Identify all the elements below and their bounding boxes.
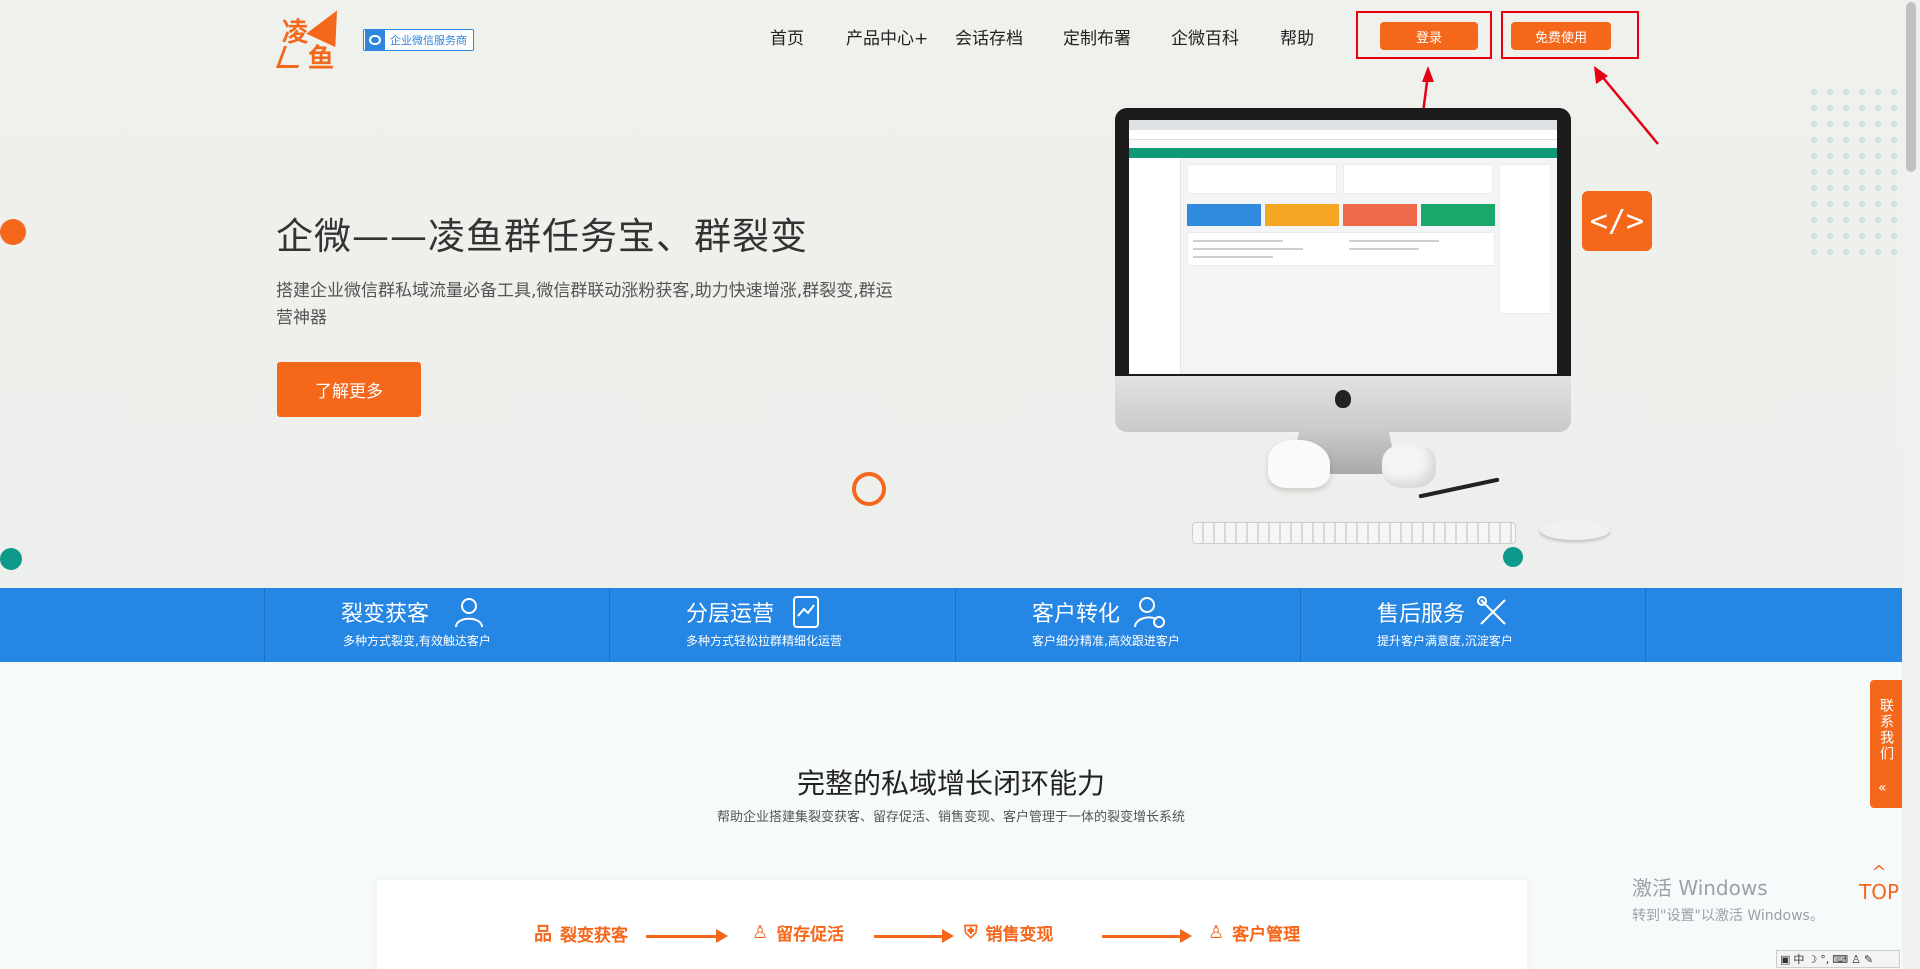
- decor-dot-teal-right: [1503, 547, 1523, 567]
- ime-logo-icon: ▣: [1780, 952, 1791, 966]
- shield-icon: ⛨: [964, 922, 978, 943]
- logo[interactable]: 凌 鱼: [275, 2, 350, 74]
- chart-doc-icon: [793, 596, 819, 628]
- learn-more-button[interactable]: 了解更多: [277, 362, 421, 417]
- wecom-partner-badge: 企业微信服务商: [363, 29, 474, 51]
- flow-step-acquisition[interactable]: 品 裂变获客: [534, 920, 628, 946]
- section-title: 完整的私域增长闭环能力: [796, 767, 1105, 800]
- closed-loop-section: 完整的私域增长闭环能力 帮助企业搭建集裂变获客、留存促活、销售变现、客户管理于一…: [0, 662, 1902, 969]
- decor-dot-grid: [1806, 84, 1902, 260]
- section-subtitle: 帮助企业搭建集裂变获客、留存促活、销售变现、客户管理于一体的裂变增长系统: [716, 810, 1185, 825]
- tools-icon: [1477, 596, 1506, 625]
- flow-step-retention[interactable]: ♙ 留存促活: [752, 920, 844, 945]
- nav-item-chat-archive[interactable]: 会话存档: [955, 24, 1023, 49]
- flow-arrow: [646, 929, 728, 943]
- nav-item-custom-deploy[interactable]: 定制布署: [1063, 24, 1131, 49]
- decor-paper-ball: [1382, 444, 1436, 488]
- feature-band: 裂变获客 多种方式裂变,有效触达客户 分层运营 多种方式轻松拉群精细化运营 客户…: [0, 588, 1902, 662]
- ime-mode[interactable]: 中: [1793, 951, 1804, 967]
- nav-item-home[interactable]: 首页: [770, 24, 804, 49]
- flow-arrow: [874, 929, 954, 943]
- feature-card-acquisition[interactable]: 裂变获客 多种方式裂变,有效触达客户: [264, 588, 609, 662]
- chat-bubble-icon: [365, 30, 385, 50]
- wrench-icon: ✎: [1864, 952, 1874, 966]
- punctuation-icon: °,: [1820, 952, 1830, 966]
- decor-dot-teal: [0, 548, 22, 570]
- back-to-top-button[interactable]: ^ TOP: [1856, 862, 1902, 906]
- logo-mark: 凌 鱼: [275, 2, 350, 74]
- flow-step-monetization[interactable]: ⛨ 销售变现: [964, 920, 1054, 945]
- decor-ring-orange: [852, 472, 886, 506]
- contact-us-tab[interactable]: 联系我们 «: [1870, 680, 1902, 808]
- chevron-left-icon: «: [1878, 780, 1889, 796]
- keyboard-illustration: [1192, 522, 1516, 544]
- dashboard-screenshot: [1129, 120, 1557, 374]
- decor-dot-orange: [0, 219, 26, 245]
- login-button[interactable]: 登录: [1380, 22, 1478, 50]
- hero-section: 凌 鱼 企业微信服务商 首页 产品中心+ 会话存档 定制布署 企微百科 帮助 登…: [0, 0, 1902, 588]
- ime-toolbar[interactable]: ▣ 中 ☽ °, ⌨ ♙ ✎: [1776, 950, 1900, 968]
- free-trial-button[interactable]: 免费使用: [1511, 22, 1611, 50]
- user-icon: ♙: [1208, 922, 1225, 943]
- keyboard-icon: ⌨: [1832, 952, 1849, 966]
- scrollbar-thumb[interactable]: [1906, 2, 1916, 172]
- page-scrollbar[interactable]: [1902, 0, 1920, 969]
- caret-up-icon: ^: [1871, 862, 1887, 883]
- feature-card-conversion[interactable]: 客户转化 客户细分精准,高效跟进客户: [955, 588, 1300, 662]
- apple-logo-icon: [1335, 390, 1351, 408]
- imac-illustration: [1115, 108, 1571, 432]
- moon-icon: ☽: [1807, 952, 1818, 966]
- user-edit-icon: ♙: [752, 922, 769, 943]
- flow-arrow: [1102, 929, 1192, 943]
- nav-item-products[interactable]: 产品中心+: [846, 24, 928, 49]
- nav-item-help[interactable]: 帮助: [1280, 24, 1314, 49]
- windows-activation-watermark: 激活 Windows 转到"设置"以激活 Windows。: [1632, 876, 1824, 924]
- code-icon: </>: [1582, 191, 1652, 251]
- flow-step-customer-mgmt[interactable]: ♙ 客户管理: [1208, 920, 1300, 945]
- user-icon: ♙: [1851, 952, 1862, 966]
- feature-card-aftersales[interactable]: 售后服务 提升客户满意度,沉淀客户: [1300, 588, 1646, 662]
- mouse-illustration: [1540, 520, 1610, 540]
- nav-item-wecom-wiki[interactable]: 企微百科: [1171, 24, 1239, 49]
- hero-title: 企微——凌鱼群任务宝、群裂变: [276, 215, 808, 258]
- org-chart-icon: 品: [534, 924, 552, 945]
- feature-card-operation[interactable]: 分层运营 多种方式轻松拉群精细化运营: [609, 588, 955, 662]
- users-icon: [455, 598, 483, 628]
- decor-figurine: [1268, 440, 1330, 488]
- hero-description: 搭建企业微信群私域流量必备工具,微信群联动涨粉获客,助力快速增涨,群裂变,群运营…: [276, 281, 893, 328]
- user-gear-icon: [1134, 597, 1165, 628]
